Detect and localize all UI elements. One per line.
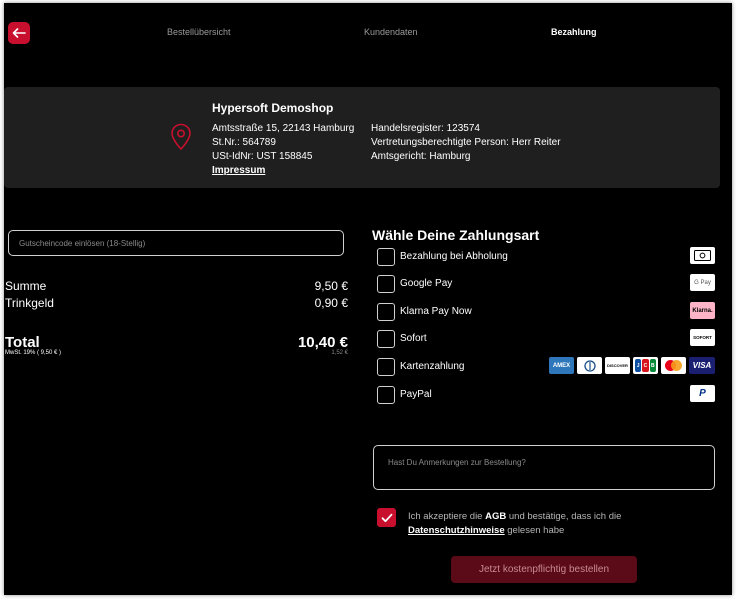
tip-label: Trinkgeld: [5, 296, 54, 310]
google-pay-logo: G Pay: [690, 274, 715, 291]
privacy-link[interactable]: Datenschutzhinweise: [408, 525, 505, 536]
jcb-letter: B: [649, 359, 656, 372]
payment-logos: G Pay: [690, 274, 715, 291]
payment-label: Sofort: [400, 333, 427, 344]
agb-text-part: und bestätige, dass ich die: [506, 511, 622, 522]
payment-logos: P: [690, 385, 715, 402]
voucher-input[interactable]: Gutscheincode einlösen (18-Stellig): [8, 230, 344, 256]
cash-icon: [690, 247, 715, 264]
agb-checkbox[interactable]: [377, 508, 396, 527]
shop-vat-id: USt-IdNr: UST 158845: [212, 151, 313, 162]
sofort-logo: SOFORT: [690, 329, 715, 346]
sum-value: 9,50 €: [314, 279, 348, 293]
discover-logo: DISCOVER: [605, 357, 630, 374]
jcb-logo: J C B: [633, 357, 658, 374]
impressum-link[interactable]: Impressum: [212, 164, 265, 178]
arrow-left-icon: [12, 28, 26, 38]
payment-logos: Klarna.: [690, 302, 715, 319]
shop-representative: Vertretungsberechtigte Person: Herr Reit…: [371, 137, 561, 148]
total-label: Total: [5, 334, 40, 351]
payment-logos: AMEX DISCOVER J C B VISA: [549, 357, 715, 374]
payment-option-klarna[interactable]: Klarna Pay Now Klarna.: [377, 302, 717, 322]
payment-label: PayPal: [400, 389, 432, 400]
step-customer-data[interactable]: Kundendaten: [364, 27, 418, 37]
payment-logos: SOFORT: [690, 329, 715, 346]
sum-label: Summe: [5, 279, 47, 293]
shop-legal-block: Handelsregister: 123574 Vertretungsberec…: [371, 122, 561, 164]
shop-court: Amtsgericht: Hamburg: [371, 151, 471, 162]
payment-label: Google Pay: [400, 278, 453, 289]
payment-option-card[interactable]: Kartenzahlung AMEX DISCOVER J C B VISA: [377, 357, 717, 377]
step-order-overview[interactable]: Bestellübersicht: [167, 27, 231, 37]
shop-name: Hypersoft Demoshop: [212, 101, 334, 115]
submit-order-button[interactable]: Jetzt kostenpflichtig bestellen: [451, 556, 637, 583]
payment-label: Klarna Pay Now: [400, 306, 472, 317]
checkout-page: Bestellübersicht Kundendaten Bezahlung H…: [4, 3, 732, 595]
payment-title: Wähle Deine Zahlungsart: [372, 227, 540, 243]
order-notes-input[interactable]: Hast Du Anmerkungen zur Bestellung?: [373, 445, 715, 490]
visa-logo: VISA: [689, 357, 715, 374]
agb-link[interactable]: AGB: [485, 511, 506, 522]
shop-register: Handelsregister: 123574: [371, 123, 480, 134]
payment-logos: [690, 247, 715, 264]
shop-address: Amtsstraße 15, 22143 Hamburg: [212, 123, 355, 134]
payment-option-google-pay[interactable]: Google Pay G Pay: [377, 274, 717, 294]
payment-checkbox[interactable]: [377, 386, 395, 404]
location-pin-icon: [171, 123, 191, 151]
shop-tax-number: St.Nr.: 564789: [212, 137, 276, 148]
total-value: 10,40 €: [297, 334, 348, 351]
payment-checkbox[interactable]: [377, 275, 395, 293]
shop-info-panel: Hypersoft Demoshop Amtsstraße 15, 22143 …: [4, 87, 720, 188]
payment-option-sofort[interactable]: Sofort SOFORT: [377, 329, 717, 349]
payment-checkbox[interactable]: [377, 358, 395, 376]
shop-address-block: Amtsstraße 15, 22143 Hamburg St.Nr.: 564…: [212, 122, 354, 178]
jcb-letter: C: [642, 359, 649, 372]
klarna-logo: Klarna.: [690, 302, 715, 319]
payment-checkbox[interactable]: [377, 248, 395, 266]
vat-value: 1,52 €: [331, 350, 348, 356]
checkmark-icon: [381, 513, 392, 522]
payment-option-pickup[interactable]: Bezahlung bei Abholung: [377, 247, 717, 267]
agb-text-part: Ich akzeptiere die: [408, 511, 486, 522]
jcb-letter: J: [635, 359, 642, 372]
payment-checkbox[interactable]: [377, 330, 395, 348]
paypal-logo: P: [690, 385, 715, 402]
step-payment: Bezahlung: [551, 27, 597, 37]
back-button[interactable]: [8, 22, 30, 44]
vat-label: MwSt. 19% ( 9,50 € ): [5, 350, 62, 356]
mastercard-logo: [661, 357, 686, 374]
amex-logo: AMEX: [549, 357, 574, 374]
diners-logo: [577, 357, 602, 374]
payment-option-paypal[interactable]: PayPal P: [377, 385, 717, 405]
payment-checkbox[interactable]: [377, 303, 395, 321]
agb-text-part: gelesen habe: [504, 525, 565, 536]
payment-label: Bezahlung bei Abholung: [400, 251, 508, 262]
tip-value: 0,90 €: [314, 296, 348, 310]
payment-label: Kartenzahlung: [400, 361, 465, 372]
agb-consent-text: Ich akzeptiere die AGB und bestätige, da…: [408, 510, 648, 538]
